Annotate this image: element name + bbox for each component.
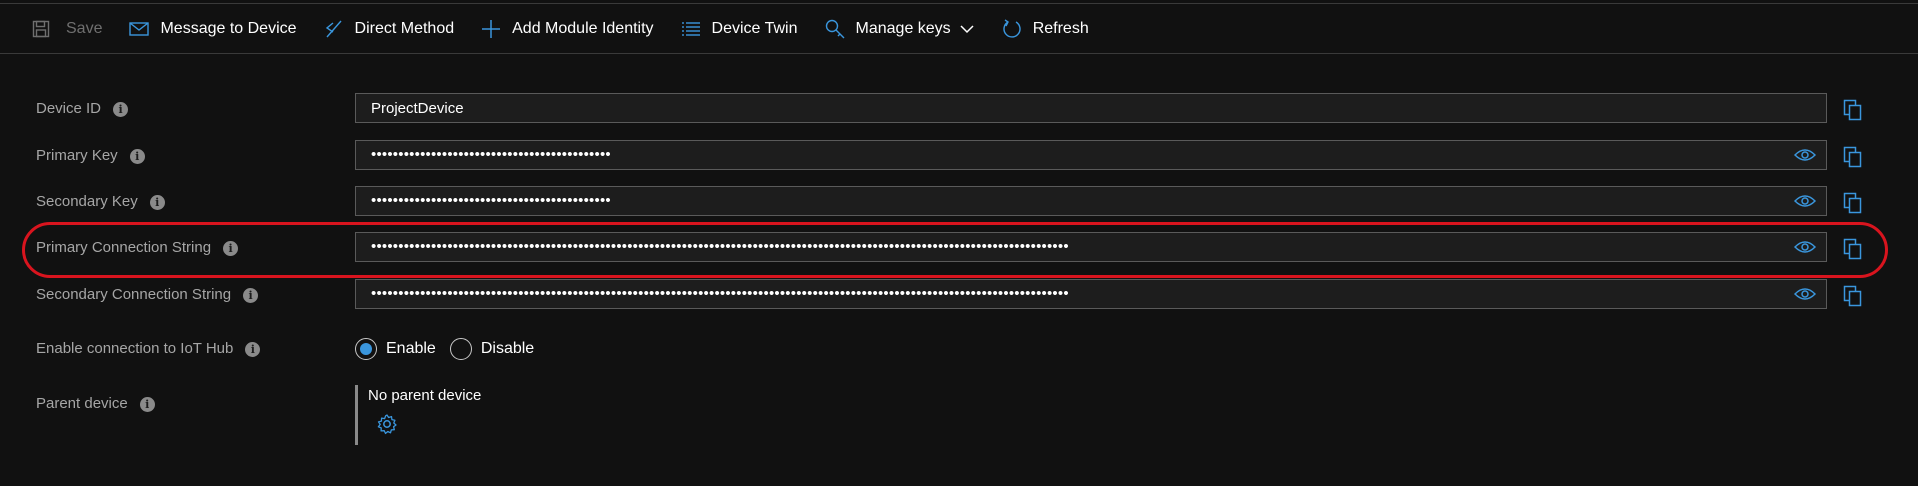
direct-method-icon (323, 18, 345, 40)
save-label: Save (66, 19, 103, 37)
key-icon (824, 18, 846, 40)
primary-connection-string-label: Primary Connection String i (36, 238, 239, 256)
secondary-connection-string-field[interactable]: ••••••••••••••••••••••••••••••••••••••••… (355, 279, 1827, 309)
radio-circle (449, 338, 472, 360)
connection-row: Enable connection to IoT Hub i (0, 333, 1918, 363)
save-icon (30, 18, 52, 40)
eye-icon[interactable] (1794, 147, 1816, 163)
info-icon[interactable]: i (129, 149, 145, 164)
parent-device-value: No parent device (368, 387, 482, 404)
info-icon[interactable]: i (223, 241, 239, 256)
manage-keys-button[interactable]: Manage keys (824, 4, 975, 53)
direct-method-button[interactable]: Direct Method (323, 4, 455, 53)
message-to-device-button[interactable]: Message to Device (128, 4, 297, 53)
toolbar-divider (0, 53, 1918, 54)
manage-keys-label: Manage keys (855, 19, 951, 37)
secondary-connection-string-label: Secondary Connection String i (36, 285, 259, 303)
info-icon[interactable]: i (245, 342, 261, 357)
disable-radio[interactable]: Disable (449, 338, 535, 360)
connection-radio-group: Enable Disable (355, 338, 548, 360)
info-icon[interactable]: i (139, 397, 155, 412)
radio-selected-dot (360, 343, 372, 355)
primary-connection-string-value: ••••••••••••••••••••••••••••••••••••••••… (371, 238, 1069, 255)
primary-connection-string-row: Primary Connection String i ••••••••••••… (0, 232, 1918, 262)
save-button[interactable]: Save (30, 4, 102, 53)
add-module-label: Add Module Identity (512, 19, 654, 37)
eye-icon[interactable] (1794, 193, 1816, 209)
primary-key-value: ••••••••••••••••••••••••••••••••••••••••… (371, 146, 611, 163)
secondary-key-value: ••••••••••••••••••••••••••••••••••••••••… (371, 192, 611, 209)
eye-icon[interactable] (1794, 286, 1816, 302)
chevron-down-icon (959, 21, 975, 37)
device-id-value: ProjectDevice (371, 99, 464, 117)
eye-icon[interactable] (1794, 239, 1816, 255)
enable-label: Enable (386, 340, 436, 357)
info-icon[interactable]: i (149, 195, 165, 210)
message-label: Message to Device (160, 19, 297, 37)
secondary-key-row: Secondary Key i ••••••••••••••••••••••••… (0, 186, 1918, 216)
direct-method-label: Direct Method (354, 19, 455, 37)
device-id-field[interactable]: ProjectDevice (355, 93, 1827, 123)
primary-connection-string-field[interactable]: ••••••••••••••••••••••••••••••••••••••••… (355, 232, 1827, 262)
primary-key-field[interactable]: ••••••••••••••••••••••••••••••••••••••••… (355, 140, 1827, 170)
info-icon[interactable]: i (243, 288, 259, 303)
copy-icon[interactable] (1843, 146, 1863, 168)
primary-key-row: Primary Key i ••••••••••••••••••••••••••… (0, 140, 1918, 170)
connection-label: Enable connection to IoT Hub i (36, 339, 261, 357)
radio-circle (355, 338, 377, 360)
secondary-key-label: Secondary Key i (36, 192, 165, 210)
parent-device-row: Parent device i (0, 388, 1918, 418)
enable-radio[interactable]: Enable (355, 338, 436, 360)
copy-icon[interactable] (1843, 99, 1863, 121)
parent-device-label: Parent device i (36, 394, 155, 412)
secondary-connection-string-row: Secondary Connection String i ••••••••••… (0, 279, 1918, 309)
disable-label: Disable (480, 340, 535, 357)
secondary-connection-string-value: ••••••••••••••••••••••••••••••••••••••••… (371, 285, 1069, 302)
gear-icon[interactable] (376, 413, 398, 435)
device-id-label: Device ID i (36, 99, 129, 117)
refresh-label: Refresh (1032, 19, 1089, 37)
info-icon[interactable]: i (113, 102, 129, 117)
add-module-identity-button[interactable]: Add Module Identity (480, 4, 654, 53)
primary-key-label: Primary Key i (36, 146, 145, 164)
plus-icon (480, 18, 502, 40)
refresh-button[interactable]: Refresh (1001, 4, 1089, 53)
copy-icon[interactable] (1843, 238, 1863, 260)
copy-icon[interactable] (1843, 285, 1863, 307)
device-id-row: Device ID i ProjectDevice (0, 93, 1918, 123)
copy-icon[interactable] (1843, 192, 1863, 214)
list-icon (680, 18, 702, 40)
mail-icon (128, 18, 150, 40)
device-twin-label: Device Twin (711, 19, 798, 37)
device-twin-button[interactable]: Device Twin (680, 4, 798, 53)
parent-device-box: No parent device (355, 385, 481, 445)
command-bar: Save Message to Device Direct Method Add… (0, 4, 1918, 53)
secondary-key-field[interactable]: ••••••••••••••••••••••••••••••••••••••••… (355, 186, 1827, 216)
refresh-icon (1001, 18, 1023, 40)
